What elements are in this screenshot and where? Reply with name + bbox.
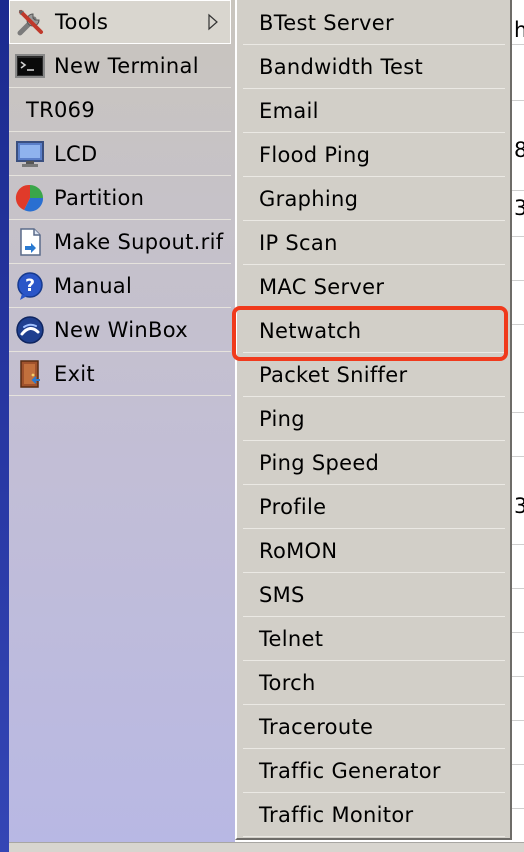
- side-item-label: Tools: [55, 10, 109, 34]
- svg-text:?: ?: [25, 276, 35, 296]
- tools-submenu: BTest Server Bandwidth Test Email Flood …: [235, 0, 512, 840]
- submenu-item-label: Email: [259, 98, 319, 123]
- background-row-divider: [512, 100, 524, 101]
- submenu-item-label: SMS: [259, 582, 305, 607]
- background-text-fragment: 8: [514, 138, 524, 162]
- window-bottom-bar: [9, 842, 524, 852]
- side-item-partition[interactable]: Partition: [9, 176, 231, 220]
- background-row-divider: [512, 324, 524, 325]
- submenu-item-graphing[interactable]: Graphing: [243, 177, 505, 221]
- submenu-item-ping-speed[interactable]: Ping Speed: [243, 441, 505, 485]
- submenu-item-telnet[interactable]: Telnet: [243, 617, 505, 661]
- side-item-tools[interactable]: Tools: [9, 0, 231, 44]
- side-item-label: Manual: [54, 273, 133, 298]
- submenu-item-packet-sniffer[interactable]: Packet Sniffer: [243, 353, 505, 397]
- submenu-item-label: Traffic Monitor: [259, 802, 414, 827]
- submenu-item-label: Ping: [259, 406, 305, 431]
- submenu-item-label: Flood Ping: [259, 142, 371, 167]
- submenu-item-netwatch[interactable]: Netwatch: [243, 309, 505, 353]
- monitor-icon: [16, 140, 44, 167]
- side-item-label: TR069: [26, 97, 96, 122]
- side-item-label: New WinBox: [54, 317, 188, 342]
- winbox-icon: [16, 315, 44, 344]
- side-item-make-supout[interactable]: Make Supout.rif: [9, 220, 231, 264]
- side-item-exit[interactable]: Exit: [9, 352, 231, 396]
- submenu-arrow-icon: [208, 13, 218, 31]
- background-row-divider: [512, 720, 524, 721]
- submenu-item-label: RoMON: [259, 538, 338, 563]
- submenu-item-label: Traffic Generator: [259, 758, 441, 783]
- submenu-item-traffic-monitor[interactable]: Traffic Monitor: [243, 793, 505, 837]
- side-item-new-winbox[interactable]: New WinBox: [9, 308, 231, 352]
- background-text-fragment: h: [514, 18, 524, 42]
- background-row-divider: [512, 190, 524, 191]
- submenu-item-traffic-generator[interactable]: Traffic Generator: [243, 749, 505, 793]
- background-row-divider: [512, 44, 524, 45]
- background-row-divider: [512, 456, 524, 457]
- submenu-item-label: Netwatch: [259, 318, 362, 343]
- background-row-divider: [512, 764, 524, 765]
- submenu-item-bandwidth-test[interactable]: Bandwidth Test: [243, 45, 505, 89]
- side-item-label: Partition: [54, 185, 145, 210]
- submenu-item-label: BTest Server: [259, 10, 394, 35]
- submenu-item-email[interactable]: Email: [243, 89, 505, 133]
- terminal-icon: [15, 53, 45, 78]
- side-item-label: Make Supout.rif: [54, 229, 224, 254]
- submenu-item-torch[interactable]: Torch: [243, 661, 505, 705]
- submenu-item-mac-server[interactable]: MAC Server: [243, 265, 505, 309]
- background-row-divider: [512, 632, 524, 633]
- side-menu: Tools New Terminal TR069 LCD Partition M…: [9, 0, 235, 852]
- submenu-item-btest-server[interactable]: BTest Server: [243, 1, 505, 45]
- background-row-divider: [512, 676, 524, 677]
- side-item-manual[interactable]: ? Manual: [9, 264, 231, 308]
- pie-chart-icon: [15, 184, 44, 211]
- exit-door-icon: [20, 359, 40, 388]
- submenu-item-label: Bandwidth Test: [259, 54, 424, 79]
- window-left-edge: [0, 0, 9, 852]
- submenu-item-label: Torch: [259, 670, 316, 695]
- submenu-item-ip-scan[interactable]: IP Scan: [243, 221, 505, 265]
- submenu-item-label: IP Scan: [259, 230, 338, 255]
- side-item-label: LCD: [54, 141, 98, 166]
- submenu-item-sms[interactable]: SMS: [243, 573, 505, 617]
- side-item-label: Exit: [54, 361, 95, 386]
- side-item-label: New Terminal: [54, 53, 199, 78]
- side-item-tr069[interactable]: TR069: [9, 88, 231, 132]
- background-row-divider: [512, 412, 524, 413]
- background-row-divider: [512, 588, 524, 589]
- submenu-item-ping[interactable]: Ping: [243, 397, 505, 441]
- winbox-window: Tools New Terminal TR069 LCD Partition M…: [0, 0, 524, 852]
- submenu-item-label: Ping Speed: [259, 450, 380, 475]
- background-text-fragment: 3: [514, 196, 524, 220]
- submenu-item-profile[interactable]: Profile: [243, 485, 505, 529]
- background-row-divider: [512, 808, 524, 809]
- background-window-edge: [512, 0, 524, 852]
- submenu-item-label: MAC Server: [259, 274, 385, 299]
- side-item-lcd[interactable]: LCD: [9, 132, 231, 176]
- submenu-item-flood-ping[interactable]: Flood Ping: [243, 133, 505, 177]
- background-row-divider: [512, 236, 524, 237]
- background-row-divider: [512, 280, 524, 281]
- document-icon: [20, 227, 41, 256]
- submenu-item-label: Profile: [259, 494, 327, 519]
- submenu-item-traceroute[interactable]: Traceroute: [243, 705, 505, 749]
- submenu-item-label: Packet Sniffer: [259, 362, 408, 387]
- submenu-item-label: Traceroute: [259, 714, 374, 739]
- submenu-item-romon[interactable]: RoMON: [243, 529, 505, 573]
- submenu-item-label: Telnet: [259, 626, 324, 651]
- side-item-new-terminal[interactable]: New Terminal: [9, 44, 231, 88]
- help-icon: ?: [17, 271, 43, 300]
- submenu-item-label: Graphing: [259, 186, 359, 211]
- tools-icon: [17, 10, 43, 36]
- background-text-fragment: 3: [514, 494, 524, 518]
- background-row-divider: [512, 544, 524, 545]
